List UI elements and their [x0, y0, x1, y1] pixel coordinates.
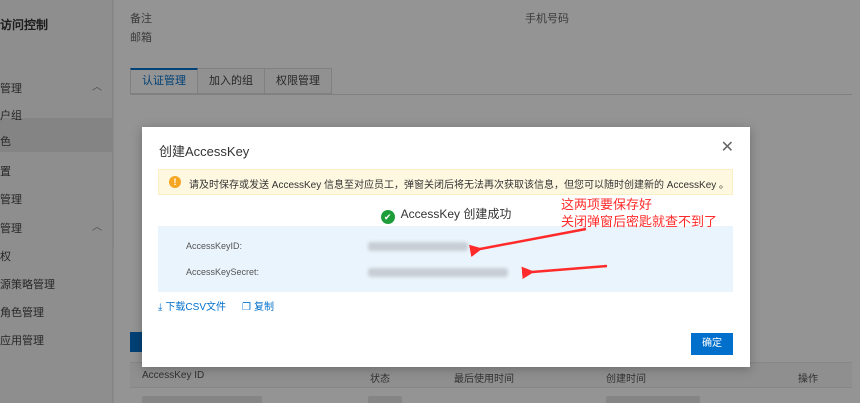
- accesskey-id-label: AccessKeyID:: [186, 241, 243, 251]
- warning-banner: ! 请及时保存或发送 AccessKey 信息至对应员工，弹窗关闭后将无法再次获…: [158, 169, 733, 195]
- copy-link[interactable]: ❐ 复制: [242, 298, 274, 313]
- key-info-panel: AccessKeyID: AccessKeySecret:: [158, 226, 733, 292]
- download-csv-label: 下载CSV文件: [165, 302, 226, 313]
- create-accesskey-dialog: 创建AccessKey ✕ ! 请及时保存或发送 AccessKey 信息至对应…: [142, 127, 750, 367]
- annotation-line-1: 这两项要保存好: [561, 197, 653, 212]
- accesskey-id-value: [368, 242, 468, 251]
- download-csv-link[interactable]: ⤓ 下载CSV文件: [158, 298, 226, 313]
- warning-icon: !: [169, 176, 181, 188]
- download-icon: ⤓: [158, 302, 163, 313]
- annotation-line-2: 关闭弹窗后密匙就查不到了: [561, 214, 718, 229]
- accesskey-secret-label: AccessKeySecret:: [186, 267, 260, 277]
- accesskey-secret-value: [368, 268, 508, 277]
- success-text: AccessKey 创建成功: [400, 207, 512, 221]
- warning-text: 请及时保存或发送 AccessKey 信息至对应员工，弹窗关闭后将无法再次获取该…: [189, 180, 730, 191]
- close-icon[interactable]: ✕: [721, 139, 734, 157]
- copy-icon: ❐: [241, 302, 251, 313]
- confirm-button[interactable]: 确定: [691, 333, 733, 355]
- check-circle-icon: ✔: [380, 210, 395, 224]
- action-links: ⤓ 下载CSV文件 ❐ 复制: [158, 298, 274, 313]
- copy-label: 复制: [253, 302, 274, 313]
- dialog-title: 创建AccessKey: [159, 144, 250, 159]
- annotation-text: 这两项要保存好 关闭弹窗后密匙就查不到了: [561, 196, 717, 230]
